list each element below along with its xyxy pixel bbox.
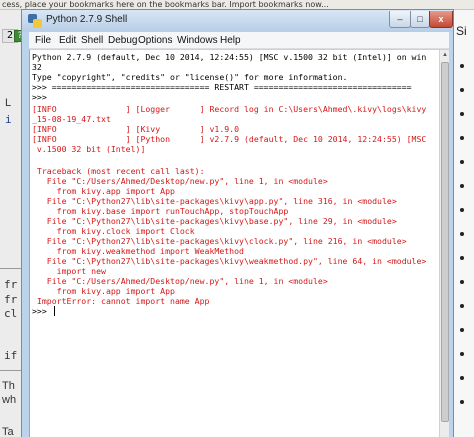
shell-line: from kivy.clock import Clock (32, 226, 195, 236)
sidebar-bullet (460, 88, 464, 92)
python-logo-icon (28, 14, 42, 28)
sidebar-bullet (460, 184, 464, 188)
shell-prompt-line: >>> (32, 92, 47, 102)
shell-line: File "C:/Users/Ahmed/Desktop/new.py", li… (32, 176, 328, 186)
editor-fragment: if (4, 349, 18, 362)
shell-line: [INFO ] [Python ] v2.7.9 (default, Dec 1… (32, 134, 427, 144)
sidebar-bullet (460, 376, 464, 380)
editor-fragment: L (5, 97, 12, 109)
editor-fragment: Ta (2, 426, 14, 437)
sidebar-bullet (460, 352, 464, 356)
sidebar-bullet (460, 328, 464, 332)
editor-fragment: fr (4, 278, 18, 291)
window-titlebar[interactable]: Python 2.7.9 Shell – □ x (22, 10, 453, 32)
scroll-up-arrow-icon[interactable]: ▲ (441, 51, 449, 60)
shell-line: Traceback (most recent call last): (32, 166, 205, 176)
menu-file[interactable]: File (35, 35, 51, 46)
shell-line: from kivy.app import App (32, 186, 175, 196)
shell-line: Python 2.7.9 (default, Dec 10 2014, 12:2… (32, 52, 427, 62)
menu-options[interactable]: Options (138, 35, 172, 46)
editor-fragment: wh (2, 394, 17, 406)
shell-line: from kivy.base import runTouchApp, stopT… (32, 206, 289, 216)
menu-shell[interactable]: Shell (81, 35, 103, 46)
sidebar-bullet (460, 400, 464, 404)
editor-fragment: Th (2, 380, 15, 392)
python-shell-window[interactable]: Python 2.7.9 Shell – □ x File Edit Shell… (21, 9, 454, 437)
sidebar-bullet (460, 208, 464, 212)
sidebar-bullet (460, 112, 464, 116)
menu-windows[interactable]: Windows (177, 35, 218, 46)
shell-line: from kivy.app import App (32, 286, 175, 296)
maximize-button[interactable]: □ (410, 11, 430, 28)
minimize-button[interactable]: – (389, 11, 411, 28)
shell-line: import new (32, 266, 106, 276)
shell-line: 32 (32, 62, 42, 72)
shell-line: [INFO ] [Logger ] Record log in C:\Users… (32, 104, 427, 114)
bookmarks-bar-text[interactable]: cess, place your bookmarks here on the b… (2, 0, 329, 9)
scrollbar-thumb[interactable] (441, 62, 449, 422)
sidebar-bullet (460, 64, 464, 68)
shell-line: File "C:\Python27\lib\site-packages\kivy… (32, 256, 427, 266)
shell-line: File "C:\Python27\lib\site-packages\kivy… (32, 196, 397, 206)
text-cursor (54, 306, 55, 316)
shell-text-area[interactable]: Python 2.7.9 (default, Dec 10 2014, 12:2… (29, 50, 449, 437)
shell-line: [INFO ] [Kivy ] v1.9.0 (32, 124, 240, 134)
shell-line: Type "copyright", "credits" or "license(… (32, 72, 348, 82)
menu-bar: File Edit Shell Debug Options Windows He… (29, 32, 449, 49)
sidebar-bullet (460, 232, 464, 236)
shell-line: v.1500 32 bit (Intel)] (32, 144, 146, 154)
sidebar-bullet (460, 304, 464, 308)
shell-line: File "C:\Python27\lib\site-packages\kivy… (32, 236, 407, 246)
editor-fragment: cl (4, 307, 18, 320)
shell-line: _15-08-19_47.txt (32, 114, 111, 124)
window-title: Python 2.7.9 Shell (46, 14, 128, 25)
sidebar-heading: Si (456, 24, 467, 38)
shell-line: from kivy.weakmethod import WeakMethod (32, 246, 244, 256)
sidebar-bullet (460, 136, 464, 140)
sidebar-bullet (460, 160, 464, 164)
close-button[interactable]: x (429, 11, 453, 28)
sidebar-bullet (460, 280, 464, 284)
background-page-sidebar (452, 10, 474, 437)
shell-prompt-line: >>> (32, 306, 47, 316)
vertical-scrollbar[interactable]: ▲ (439, 50, 449, 437)
shell-prompt-line: >>> ================================ RES… (32, 82, 412, 92)
menu-debug[interactable]: Debug (108, 35, 137, 46)
menu-edit[interactable]: Edit (59, 35, 76, 46)
sidebar-bullet (460, 256, 464, 260)
shell-line: File "C:/Users/Ahmed/Desktop/new.py", li… (32, 276, 328, 286)
shell-line: File "C:\Python27\lib\site-packages\kivy… (32, 216, 397, 226)
shell-line: ImportError: cannot import name App (32, 296, 210, 306)
menu-help[interactable]: Help (220, 35, 241, 46)
editor-fragment: fr (4, 293, 18, 306)
editor-fragment: i (5, 113, 12, 126)
